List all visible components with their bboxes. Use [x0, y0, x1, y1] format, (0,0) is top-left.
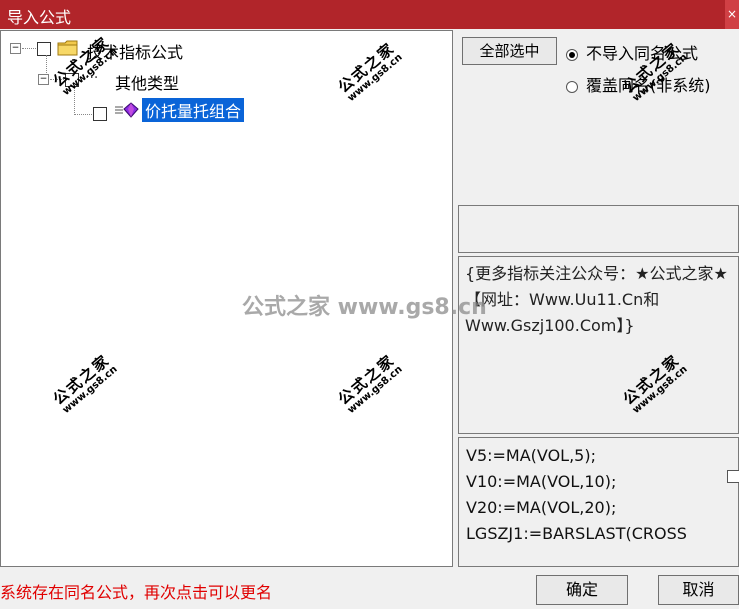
watermark-center: 公式之家 www.gs8.cn [242, 295, 487, 320]
tree-connector [22, 48, 36, 49]
cancel-button[interactable]: 取消 [658, 575, 739, 605]
select-all-button[interactable]: 全部选中 [462, 37, 557, 65]
info-panel: {更多指标关注公众号：★公式之家★【网址：Www.Uu11.Cn和Www.Gsz… [458, 256, 739, 434]
code-checkbox[interactable] [727, 470, 739, 483]
root-checkbox[interactable] [37, 42, 51, 56]
tree-node-group[interactable]: − ··· 其他类型 [1, 68, 261, 93]
radio-checked-icon[interactable] [566, 48, 578, 61]
code-line: V5:=MA(VOL,5); [466, 446, 596, 465]
tree-node-label-selected: 价托量托组合 [142, 98, 245, 122]
code-line: V10:=MA(VOL,10); [466, 472, 617, 491]
title-bar: 导入公式 × [0, 0, 739, 29]
radio-unchecked-icon[interactable] [566, 80, 578, 93]
code-line: LGSZJ1:=BARSLAST(CROSS [466, 524, 687, 543]
formula-code-panel[interactable]: V5:=MA(VOL,5); V10:=MA(VOL,10); V20:=MA(… [458, 437, 739, 567]
formula-gem-icon [114, 102, 140, 122]
tree-node-label: 其他类型 [115, 74, 180, 93]
close-button[interactable]: × [725, 0, 739, 29]
info-text: {更多指标关注公众号：★公式之家★【网址：Www.Uu11.Cn和Www.Gsz… [465, 264, 728, 335]
ok-button[interactable]: 确定 [536, 575, 628, 605]
status-message: 系统存在同名公式，再次点击可以更名 [0, 583, 273, 602]
tree-node-item[interactable]: 价托量托组合 [1, 98, 301, 122]
tree-node-root[interactable]: − 技术指标公式 [1, 37, 261, 62]
collapse-icon[interactable]: − [38, 74, 49, 85]
item-checkbox[interactable] [93, 107, 107, 121]
code-line: V20:=MA(VOL,20); [466, 498, 617, 517]
collapse-icon[interactable]: − [10, 43, 21, 54]
description-box [458, 205, 739, 253]
window-title: 导入公式 [7, 8, 72, 27]
